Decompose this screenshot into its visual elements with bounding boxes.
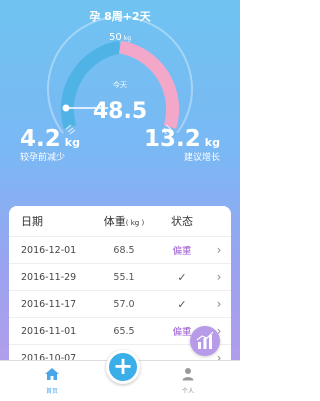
chart-fab-button[interactable] (190, 326, 220, 356)
gauge-today-label: 今天 (113, 81, 127, 89)
bar-chart-icon (196, 331, 214, 349)
row-weight: 68.5 (113, 244, 135, 256)
chevron-right-icon[interactable]: › (207, 270, 231, 284)
tab-me-label: 个人 (181, 388, 194, 395)
pre-pregnancy-diff: 4.2 kg 较孕前减少 (20, 126, 80, 163)
checkmark-icon: ✓ (177, 270, 187, 284)
table-header: 日期 体重( kg ) 状态 (9, 206, 231, 237)
table-row[interactable]: 2016-12-01 68.5 偏重 › (9, 237, 231, 264)
chevron-right-icon[interactable]: › (207, 297, 231, 311)
gauge-top-value: 50 kg (108, 32, 132, 43)
table-row[interactable]: 2016-11-17 57.0 ✓ › (9, 291, 231, 318)
table-row[interactable]: 2016-11-29 55.1 ✓ › (9, 264, 231, 291)
row-date: 2016-11-01 (21, 325, 77, 337)
diff-unit: kg (64, 136, 80, 149)
row-weight: 57.0 (113, 298, 135, 310)
tab-home-label: 首页 (45, 388, 58, 395)
row-weight: 55.1 (113, 271, 135, 283)
diff-value: 4.2 (20, 126, 61, 152)
suggested-gain: 13.2 kg 建议增长 (144, 126, 220, 163)
house-icon (45, 368, 59, 380)
plus-icon: + (112, 352, 134, 380)
header-weight: 体重( kg ) (103, 215, 145, 228)
tab-home[interactable]: 首页 (32, 366, 72, 395)
row-date: 2016-12-01 (21, 244, 77, 256)
gain-value: 13.2 (144, 126, 201, 152)
row-status-overweight: 偏重 (172, 246, 192, 257)
gauge-current-weight: 48.5 (92, 99, 148, 124)
row-date: 2016-11-17 (21, 298, 77, 310)
row-weight: 65.5 (113, 325, 135, 337)
add-record-button[interactable]: + (106, 350, 140, 384)
chevron-right-icon[interactable]: › (207, 243, 231, 257)
header-status: 状态 (171, 215, 193, 228)
row-date: 2016-11-29 (21, 271, 77, 283)
checkmark-icon: ✓ (177, 297, 187, 311)
tab-me[interactable]: 个人 (168, 366, 208, 395)
person-icon (182, 368, 194, 381)
gain-unit: kg (204, 136, 220, 149)
gauge-needle-knob (62, 104, 70, 112)
header-date: 日期 (21, 215, 43, 228)
